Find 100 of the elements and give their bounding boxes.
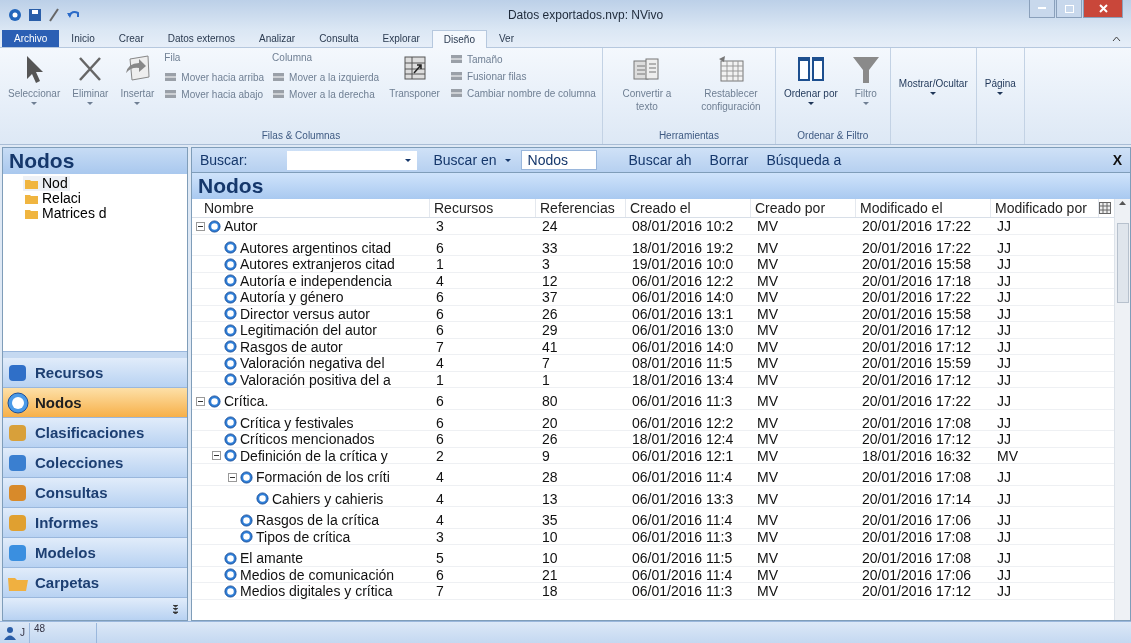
group-heading: Columna: [271, 52, 314, 65]
scroll-up-icon[interactable]: [1119, 201, 1126, 205]
node-name: Cahiers y cahieris: [272, 490, 384, 507]
table-cell-text: 28: [541, 469, 559, 485]
scroll-thumb[interactable]: [1116, 223, 1129, 303]
ribbon-button[interactable]: Ordenar por: [779, 51, 842, 129]
find-now-button[interactable]: Buscar ah: [624, 152, 696, 168]
table-cell-text: MV: [756, 355, 779, 371]
table-cell-text: MV: [996, 447, 1019, 464]
navigation-button[interactable]: Colecciones: [3, 448, 187, 478]
navigation-button[interactable]: Informes: [3, 508, 187, 538]
maximize-button[interactable]: [1056, 0, 1082, 18]
folder-icon: [25, 177, 39, 190]
ribbon-button[interactable]: Página: [980, 51, 1020, 129]
navigation-button[interactable]: Clasificaciones: [3, 418, 187, 448]
table-cell-text: MV: [756, 272, 779, 289]
table-cell-text: MV: [756, 256, 779, 272]
table-cell-text: 06/01/2016 11:4: [631, 566, 734, 583]
folder-item[interactable]: Nod: [23, 176, 70, 191]
ribbon-tab[interactable]: Explorar: [370, 29, 432, 47]
table-cell-text: 7: [435, 338, 445, 355]
look-in-dropdown[interactable]: Buscar en: [433, 152, 511, 168]
column-header[interactable]: Creado el: [626, 199, 751, 217]
table-cell-text: 20/01/2016 17:08: [861, 414, 972, 431]
ribbon-tab[interactable]: Datos externos: [155, 29, 247, 47]
clear-button[interactable]: Borrar: [705, 152, 753, 168]
table-cell-text: 6: [435, 431, 445, 447]
table-cell-text: 06/01/2016 13:1: [631, 305, 735, 322]
table-cell-text: MV: [756, 583, 779, 599]
table-cell-text: 08/01/2016 11:5: [631, 355, 734, 371]
ribbon-tab[interactable]: Consulta: [307, 29, 371, 47]
search-field[interactable]: [287, 150, 418, 170]
node-icon: [224, 241, 237, 254]
table-cell-text: 06/01/2016 14:0: [631, 289, 735, 305]
chevron-icon: [172, 604, 179, 614]
column-header[interactable]: Modificado el: [856, 199, 991, 217]
navigation-button[interactable]: Consultas: [3, 478, 187, 508]
table-cell-text: 20/01/2016 17:14: [861, 490, 972, 507]
table-cell-text: 20: [541, 414, 559, 431]
table-cell-text: 18/01/2016 19:2: [631, 239, 735, 256]
node-icon: [224, 356, 237, 370]
node-name: Medios de comunicación: [240, 566, 395, 583]
table-cell-text: 6: [435, 414, 445, 431]
table-cell-text: 26: [541, 431, 559, 447]
node-icon: [224, 551, 237, 565]
table-cell-text: 9: [541, 447, 551, 464]
folder-item[interactable]: Matrices d: [23, 206, 109, 221]
table-cell-text: 26: [541, 305, 559, 322]
splitter-handle[interactable]: [3, 351, 187, 358]
collapse-toggle[interactable]: [212, 451, 221, 460]
navigation-button[interactable]: Modelos: [3, 538, 187, 568]
table-cell-text: MV: [756, 305, 779, 322]
node-name: Definición de la crítica y: [240, 447, 388, 464]
navigation-button[interactable]: Nodos: [3, 388, 187, 418]
table-cell-text: 20/01/2016 17:06: [861, 512, 972, 528]
scrollbar[interactable]: [1114, 199, 1130, 620]
ribbon-tab[interactable]: Diseño: [431, 30, 487, 48]
table-cell-text: JJ: [996, 338, 1012, 355]
column-header[interactable]: Nombre: [192, 199, 430, 217]
table-cell-text: MV: [756, 528, 779, 545]
node-icon: [224, 373, 237, 386]
collapse-toggle[interactable]: [228, 472, 237, 482]
node-name: Formación de los críti: [256, 469, 390, 485]
table-cell-text: JJ: [996, 469, 1012, 485]
table-cell-text: 6: [435, 566, 445, 583]
ribbon-tab[interactable]: Ver: [487, 29, 526, 47]
column-header[interactable]: Recursos: [430, 199, 536, 217]
close-button[interactable]: [1083, 0, 1123, 18]
folder-item[interactable]: Relaci: [23, 191, 83, 206]
navigation-button[interactable]: Recursos: [3, 358, 187, 388]
ribbon-button[interactable]: Mostrar/Ocultar: [894, 51, 972, 129]
table-cell-text: 20/01/2016 17:12: [861, 583, 972, 599]
table-cell-text: 21: [541, 566, 559, 583]
collapse-toggle[interactable]: [196, 221, 205, 231]
node-name: Crítica y festivales: [240, 414, 354, 431]
window-title: Datos exportados.nvp: NVivo: [506, 8, 665, 22]
table-cell-text: JJ: [996, 528, 1012, 545]
folder-icon: [25, 207, 39, 220]
table-cell-text: 7: [435, 583, 445, 599]
table-cell-text: MV: [756, 239, 779, 256]
ribbon-tab[interactable]: Analizar: [247, 29, 308, 47]
app-logo-icon: [8, 8, 22, 22]
look-in-field[interactable]: Nodos: [520, 150, 597, 170]
table-cell-text: 6: [435, 239, 445, 256]
column-header[interactable]: Referencias: [536, 199, 626, 217]
advanced-find-button[interactable]: Búsqueda a: [762, 152, 846, 168]
grid-icon: [1099, 202, 1111, 214]
navigation-button[interactable]: Carpetas: [3, 568, 187, 598]
table-cell-text: 20/01/2016 15:58: [861, 256, 972, 272]
pane-title: Nodos: [3, 148, 187, 174]
column-header[interactable]: Creado por: [751, 199, 856, 217]
ribbon-tab[interactable]: Crear: [106, 29, 156, 47]
close-button[interactable]: X: [1112, 152, 1122, 168]
ribbon-tab[interactable]: Inicio: [59, 29, 107, 47]
minimize-button[interactable]: [1029, 0, 1055, 18]
table-cell-text: 20/01/2016 15:58: [861, 305, 972, 322]
node-name: Críticos mencionados: [240, 431, 375, 447]
collapse-toggle[interactable]: [196, 396, 205, 406]
table-cell-text: JJ: [996, 289, 1012, 305]
table-cell-text: JJ: [996, 583, 1012, 599]
